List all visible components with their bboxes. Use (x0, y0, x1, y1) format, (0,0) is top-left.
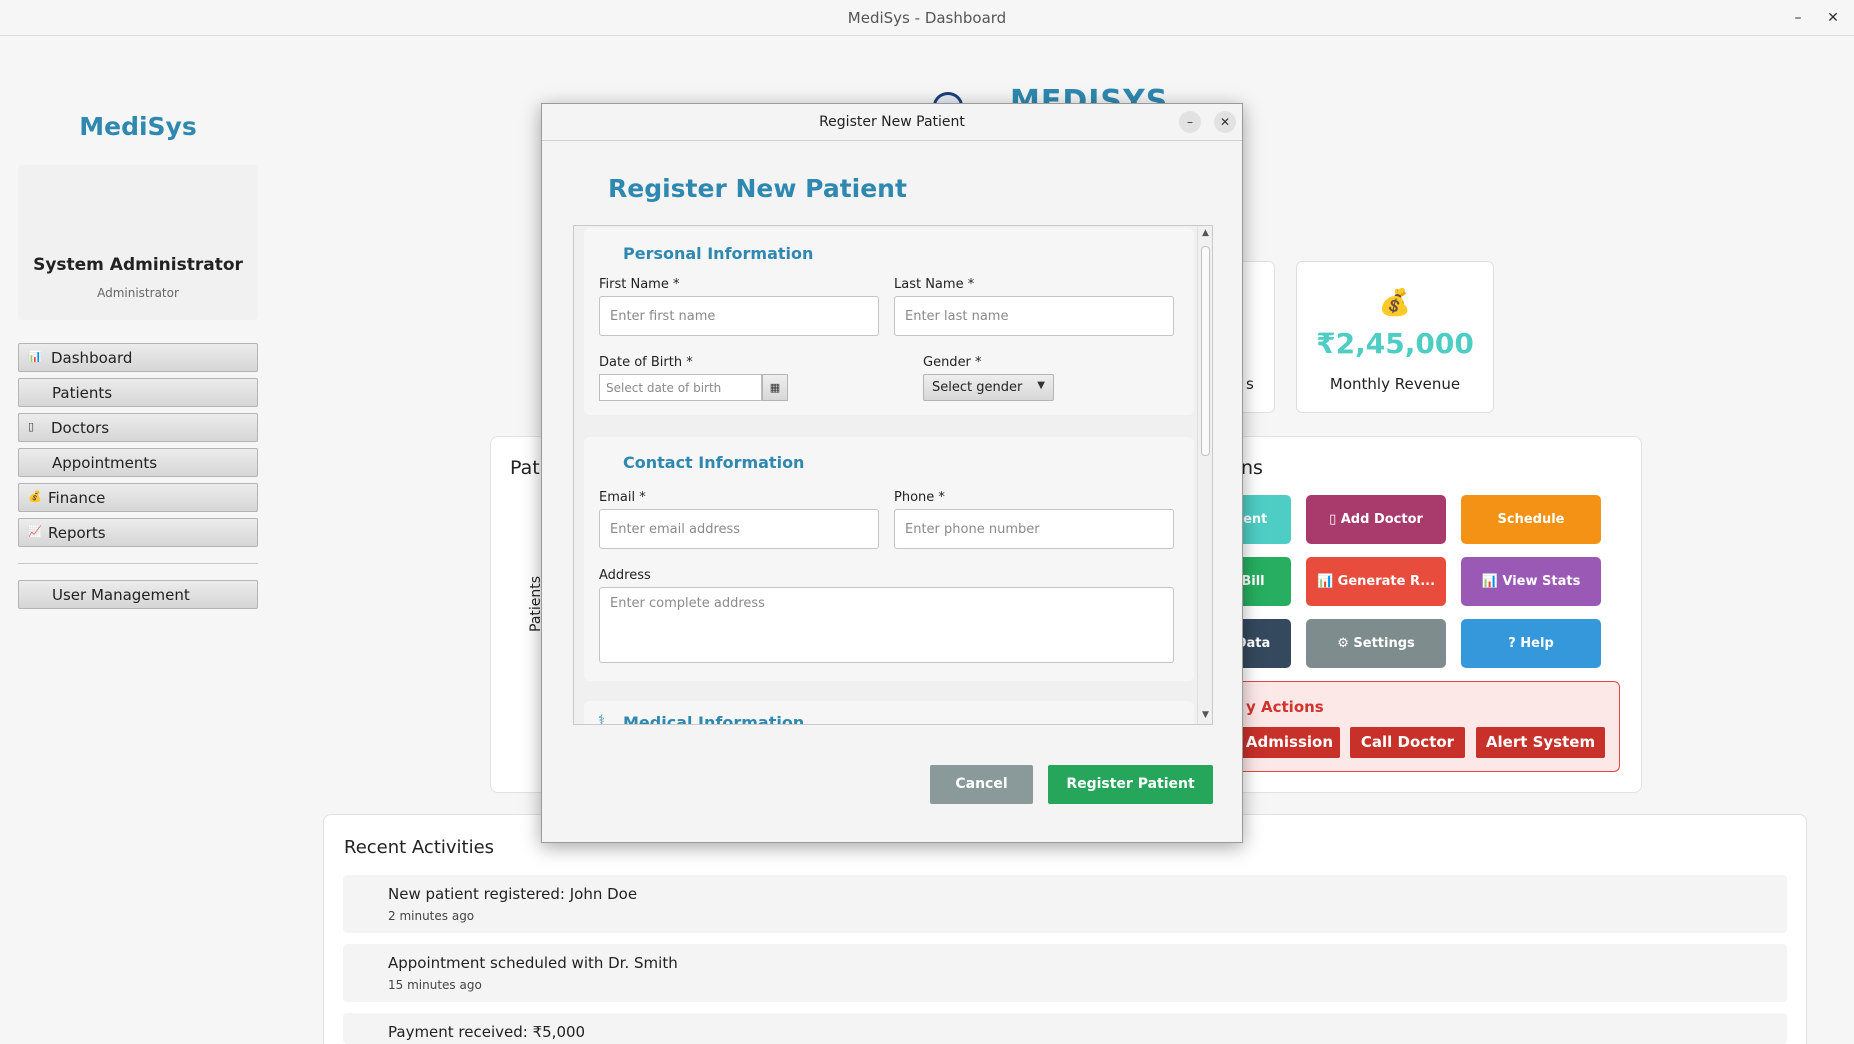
dialog-title: Register New Patient (819, 114, 965, 130)
chevron-down-icon: ▼ (1037, 380, 1045, 391)
first-name-label: First Name * (599, 277, 680, 292)
button-label: Schedule (1497, 512, 1565, 527)
sidebar-brand: MediSys (79, 112, 197, 141)
address-label: Address (599, 568, 651, 583)
sidebar-item-label: Appointments (52, 454, 158, 472)
emergency-title: y Actions (1246, 698, 1324, 716)
button-label: ? Help (1508, 636, 1554, 651)
button-label: Alert System (1485, 733, 1596, 751)
money-bag-icon: 💰 (28, 490, 42, 503)
email-input[interactable] (599, 509, 879, 549)
sidebar-item-label: Dashboard (51, 349, 133, 367)
last-name-input[interactable] (894, 296, 1174, 336)
scroll-up-icon[interactable]: ▲ (1198, 228, 1212, 238)
gender-label: Gender * (923, 355, 982, 370)
sidebar-item-label: Finance (48, 489, 106, 507)
activity-text: New patient registered: John Doe (388, 885, 638, 903)
button-label: ⚙ Settings (1337, 636, 1415, 651)
window-title: MediSys - Dashboard (847, 9, 1007, 27)
dialog-titlebar: Register New Patient – ✕ (542, 104, 1242, 141)
sidebar-item-label: User Management (52, 586, 190, 604)
sidebar-item-finance[interactable]: 💰 Finance (18, 483, 258, 512)
stat-card-label: s (1246, 375, 1254, 393)
gender-select[interactable]: Select gender ▼ (923, 374, 1054, 401)
activity-item: Payment received: ₹5,000 (343, 1013, 1787, 1044)
activity-text: Appointment scheduled with Dr. Smith (388, 954, 678, 972)
sidebar-item-label: Reports (48, 524, 106, 542)
dob-input[interactable] (599, 374, 762, 401)
sidebar-item-reports[interactable]: 📈 Reports (18, 518, 258, 547)
doctor-icon: ▯ (28, 420, 35, 433)
close-icon[interactable]: ✕ (1214, 111, 1236, 133)
generate-report-button[interactable]: 📊 Generate R... (1306, 557, 1446, 606)
user-card: System Administrator Administrator (18, 165, 258, 320)
alert-system-button[interactable]: Alert System (1476, 727, 1605, 758)
stethoscope-icon: ⚕ (598, 713, 606, 725)
activity-time: 2 minutes ago (388, 909, 475, 923)
sidebar-item-label: Doctors (51, 419, 110, 437)
recent-activities-title: Recent Activities (344, 837, 495, 858)
form-scroll-area[interactable]: Personal Information First Name * Last N… (573, 225, 1213, 725)
calendar-icon[interactable]: ▦ (762, 374, 788, 401)
revenue-label: Monthly Revenue (1329, 375, 1461, 393)
gender-select-value: Select gender (932, 380, 1023, 395)
sidebar-item-doctors[interactable]: ▯ Doctors (18, 413, 258, 442)
chart-icon: 📊 (28, 350, 42, 363)
button-label: Call Doctor (1360, 733, 1455, 751)
trend-chart-icon: 📈 (28, 525, 42, 538)
phone-input[interactable] (894, 509, 1174, 549)
personal-info-section: Personal Information First Name * Last N… (584, 228, 1194, 415)
button-label: 📊 View Stats (1481, 574, 1581, 589)
sidebar-item-label: Patients (52, 384, 113, 402)
button-label: Bill (1241, 574, 1265, 589)
sidebar-item-dashboard[interactable]: 📊 Dashboard (18, 343, 258, 372)
section-title: Contact Information (623, 453, 805, 472)
sidebar-item-patients[interactable]: Patients (18, 378, 258, 407)
button-label: 📊 Generate R... (1316, 574, 1436, 589)
sidebar-item-user-management[interactable]: User Management (18, 580, 258, 609)
sidebar-item-appointments[interactable]: Appointments (18, 448, 258, 477)
address-input[interactable] (599, 587, 1174, 663)
scroll-down-icon[interactable]: ▼ (1198, 710, 1212, 720)
medical-info-section: ⚕ Medical Information (584, 701, 1194, 725)
form-scrollbar[interactable]: ▲ ▼ (1197, 226, 1212, 724)
activity-item: Appointment scheduled with Dr. Smith 15 … (343, 944, 1787, 1002)
money-bag-icon: 💰 (1378, 288, 1412, 318)
call-doctor-button[interactable]: Call Doctor (1350, 727, 1465, 758)
user-role: Administrator (97, 286, 179, 300)
email-label: Email * (599, 490, 646, 505)
cancel-button[interactable]: Cancel (930, 765, 1033, 804)
chart-panel-title: Pati (510, 457, 545, 479)
section-title: Personal Information (623, 244, 814, 263)
sidebar-divider (18, 563, 258, 564)
button-label: ▯ Add Doctor (1329, 512, 1423, 527)
help-button[interactable]: ? Help (1461, 619, 1601, 668)
add-doctor-button[interactable]: ▯ Add Doctor (1306, 495, 1446, 544)
phone-label: Phone * (894, 490, 945, 505)
last-name-label: Last Name * (894, 277, 975, 292)
dialog-heading: Register New Patient (608, 174, 907, 203)
revenue-card: 💰 ₹2,45,000 Monthly Revenue (1296, 261, 1494, 413)
minimize-icon[interactable]: – (1179, 111, 1201, 133)
minimize-icon[interactable]: – (1788, 8, 1808, 28)
window-titlebar: MediSys - Dashboard – ✕ (0, 0, 1854, 36)
scrollbar-thumb[interactable] (1201, 246, 1210, 456)
schedule-button[interactable]: Schedule (1461, 495, 1601, 544)
register-patient-button[interactable]: Register Patient (1048, 765, 1213, 804)
activity-text: Payment received: ₹5,000 (388, 1023, 586, 1041)
activity-time: 15 minutes ago (388, 978, 482, 992)
close-icon[interactable]: ✕ (1823, 8, 1843, 28)
register-patient-dialog: Register New Patient – ✕ Register New Pa… (541, 103, 1243, 843)
contact-info-section: Contact Information Email * Phone * Addr… (584, 437, 1194, 681)
section-title: Medical Information (623, 713, 805, 725)
first-name-input[interactable] (599, 296, 879, 336)
view-stats-button[interactable]: 📊 View Stats (1461, 557, 1601, 606)
quick-actions-title: ns (1241, 457, 1263, 479)
dob-label: Date of Birth * (599, 355, 693, 370)
user-name: System Administrator (33, 255, 243, 275)
activity-item: New patient registered: John Doe 2 minut… (343, 875, 1787, 933)
revenue-value: ₹2,45,000 (1316, 327, 1474, 360)
settings-button[interactable]: ⚙ Settings (1306, 619, 1446, 668)
